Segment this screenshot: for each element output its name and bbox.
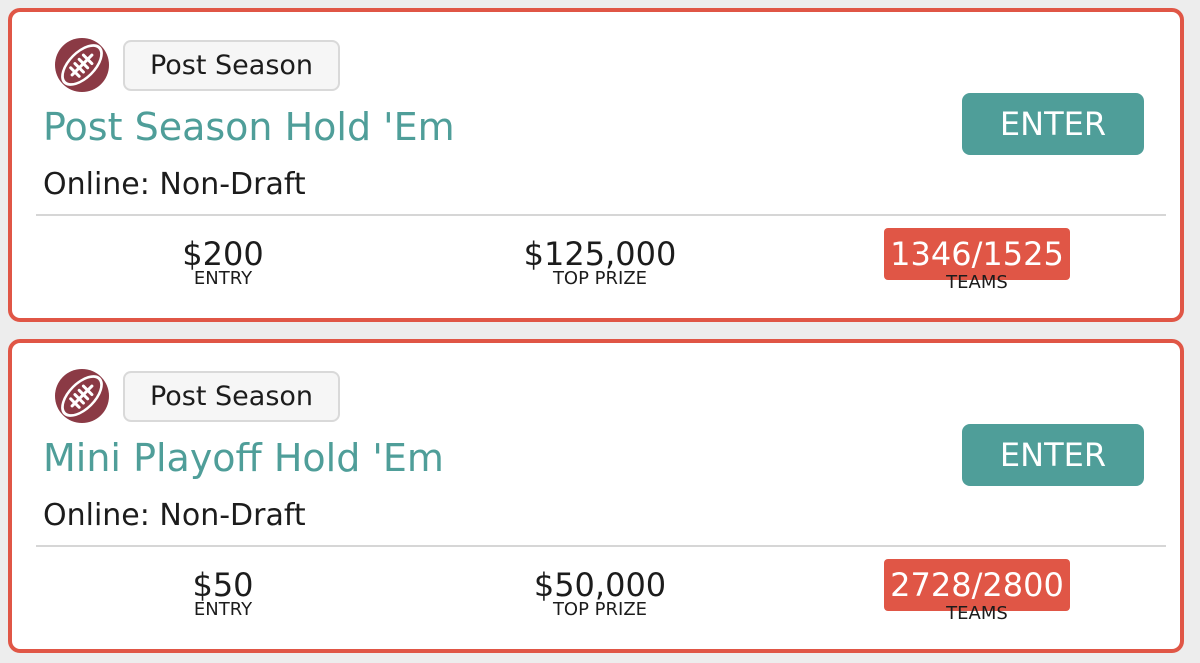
teams-stat: 1346/1525 TEAMS xyxy=(847,228,1107,293)
divider xyxy=(36,214,1166,216)
football-icon xyxy=(55,38,109,92)
prize-stat: $125,000 TOP PRIZE xyxy=(470,234,730,289)
contest-card[interactable]: Post Season Mini Playoff Hold 'Em Online… xyxy=(8,339,1184,653)
teams-stat: 2728/2800 TEAMS xyxy=(847,559,1107,624)
contest-list: Post Season Post Season Hold 'Em Online:… xyxy=(0,0,1200,663)
prize-stat: $50,000 TOP PRIZE xyxy=(470,565,730,620)
divider xyxy=(36,545,1166,547)
contest-type: Online: Non-Draft xyxy=(43,498,306,533)
entry-label: ENTRY xyxy=(193,599,253,620)
entry-stat: $50 ENTRY xyxy=(93,565,353,620)
enter-button[interactable]: ENTER xyxy=(962,93,1144,155)
contest-title[interactable]: Mini Playoff Hold 'Em xyxy=(43,435,444,481)
category-tag: Post Season xyxy=(123,40,340,91)
contest-title[interactable]: Post Season Hold 'Em xyxy=(43,104,455,150)
prize-label: TOP PRIZE xyxy=(552,599,648,620)
category-tag: Post Season xyxy=(123,371,340,422)
football-icon xyxy=(55,369,109,423)
entry-stat: $200 ENTRY xyxy=(93,234,353,289)
entry-label: ENTRY xyxy=(193,268,253,289)
contest-card[interactable]: Post Season Post Season Hold 'Em Online:… xyxy=(8,8,1184,322)
prize-label: TOP PRIZE xyxy=(552,268,648,289)
enter-button[interactable]: ENTER xyxy=(962,424,1144,486)
contest-type: Online: Non-Draft xyxy=(43,167,306,202)
